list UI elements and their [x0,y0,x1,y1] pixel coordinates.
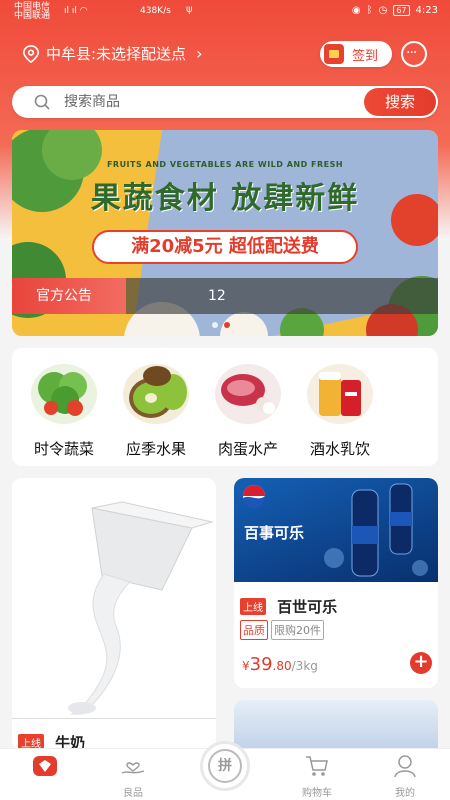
gift-icon [324,44,344,64]
price-unit: /3kg [291,659,318,673]
nav-profile[interactable]: 我的 [370,753,440,799]
nav-group-buy[interactable]: 拼 [200,741,250,791]
product-card-milk[interactable]: 上线 牛奶 [12,478,216,750]
category-vegetables[interactable]: 时令蔬菜 [18,362,110,459]
signal-icon: ıl ıl ◠ [64,6,88,16]
card-divider [12,718,216,719]
drinks-icon [307,364,373,424]
category-label: 应季水果 [125,440,186,458]
price-integer: 39 [249,654,273,675]
category-label: 肉蛋水产 [217,440,278,458]
add-to-cart-button[interactable]: + [410,652,432,674]
banner-title: 果蔬食材 放肆新鲜 [90,181,360,216]
group-buy-icon: 拼 [208,749,242,783]
pepsi-image: 百事可乐 [234,478,438,582]
hand-heart-icon [121,762,145,774]
kiwi-icon [123,364,189,424]
announcement-text: 12 [208,288,226,304]
eye-icon: ◉ [351,5,361,16]
usb-icon: ψ [186,4,193,15]
banner-promo: 满20减5元 超低配送费 [92,230,358,264]
product-card-pepsi[interactable]: 百事可乐 上线 百世可乐 品质 限购20件 ¥39.80/3kg + [234,478,438,688]
category-grid: 时令蔬菜 应季水果 肉蛋水产 酒水乳饮 [12,348,438,466]
location-text: 中牟县:未选择配送点 [46,45,187,63]
vegetables-icon [31,364,97,424]
search-button[interactable]: 搜索 [364,88,436,116]
nav-cart[interactable]: 购物车 [282,753,352,799]
alarm-icon: ◷ [378,5,388,16]
status-bar: 中国电信 中国联通 ıl ıl ◠ 438K/s ψ ◉ ᛒ ◷ 67 4:23 [0,0,450,24]
category-drinks[interactable]: 酒水乳饮 [294,362,386,459]
search-icon [34,94,50,110]
category-fruits[interactable]: 应季水果 [110,362,202,459]
product-name: 百世可乐 [277,598,338,616]
search-input[interactable] [64,90,354,114]
delivery-location-selector[interactable]: 中牟县:未选择配送点 › [22,43,202,64]
cart-icon [306,756,328,776]
battery-icon: 67 [393,5,410,16]
price-decimal: .80 [272,659,292,673]
signin-label: 签到 [352,48,379,64]
bluetooth-icon: ᛒ [366,5,373,16]
product-price: ¥39.80/3kg [242,654,318,675]
quality-chip: 品质 [240,620,268,640]
nav-label: 购物车 [302,788,332,799]
search-bar: 搜索 [12,86,438,118]
promo-banner[interactable]: FRUITS AND VEGETABLES ARE WILD AND FRESH… [12,130,438,336]
category-meat[interactable]: 肉蛋水产 [202,362,294,459]
carrier-2: 中国联通 [14,11,51,21]
nav-label: 良品 [123,788,143,799]
price-currency: ¥ [242,659,250,673]
nav-label: 我的 [395,788,415,799]
carousel-dots [212,322,230,328]
category-label: 酒水乳饮 [309,440,370,458]
status-time: 4:23 [415,5,438,16]
carousel-dot[interactable] [212,322,218,328]
chevron-right-icon: › [196,44,203,63]
category-label: 时令蔬菜 [33,440,94,458]
nav-goods[interactable]: 良品 [98,753,168,799]
network-speed: 438K/s [140,6,171,16]
home-icon [33,756,57,776]
announcement-tag: 官方公告 [12,278,126,314]
carrier-info: 中国电信 中国联通 [14,3,50,21]
banner-subtitle: FRUITS AND VEGETABLES ARE WILD AND FRESH [106,160,344,169]
announcement-bar[interactable]: 官方公告 12 [12,278,438,314]
user-icon [394,755,416,778]
limit-chip: 限购20件 [271,620,324,640]
carousel-dot-active[interactable] [224,322,230,328]
pepsi-image-text: 百事可乐 [244,524,305,542]
location-pin-icon [22,44,40,63]
meat-icon [215,364,281,424]
signin-button[interactable]: 签到 [320,41,392,67]
milk-image [12,478,216,718]
nav-home[interactable] [10,753,80,783]
online-badge: 上线 [240,598,266,615]
message-icon[interactable] [401,41,427,67]
bottom-nav: 良品 拼 购物车 我的 [0,741,450,800]
